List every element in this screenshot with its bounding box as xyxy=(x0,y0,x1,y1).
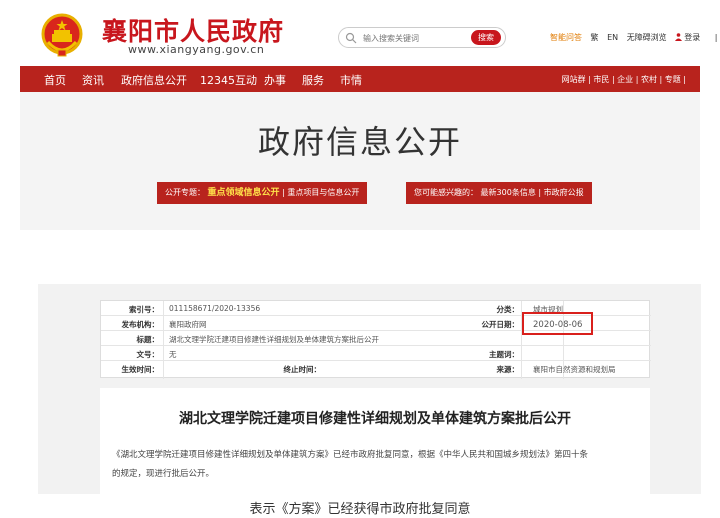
image-caption: 表示《方案》已经获得市政府批复同意 xyxy=(249,502,471,517)
accessibility-link[interactable]: 无障碍浏览 xyxy=(627,33,667,42)
link-divider: | xyxy=(714,33,718,42)
date-highlight-box xyxy=(522,312,593,335)
publisher-label: 发布机构： xyxy=(121,320,160,329)
meta-row-docno: 文号： 无 主题词： xyxy=(101,346,651,361)
topic-pill[interactable]: 公开专题： 重点领域信息公开 | 重点项目与信息公开 xyxy=(157,182,368,204)
docno-value: 无 xyxy=(169,350,177,359)
nav-item-gov-info[interactable]: 政府信息公开 xyxy=(121,72,187,88)
login-link[interactable]: 登录 xyxy=(675,33,706,42)
subject-label: 主题词： xyxy=(489,350,519,359)
topic-highlight[interactable]: 重点领域信息公开 xyxy=(208,188,280,198)
publisher-value: 襄阳政府网 xyxy=(169,320,207,329)
search-icon xyxy=(345,32,357,44)
search-input[interactable] xyxy=(363,31,463,45)
national-emblem-icon xyxy=(41,13,83,57)
nav-item-services[interactable]: 服务 xyxy=(302,72,324,88)
user-icon xyxy=(675,33,683,41)
banner: 政府信息公开 公开专题： 重点领域信息公开 | 重点项目与信息公开 您可能感兴趣… xyxy=(20,92,700,230)
login-label: 登录 xyxy=(684,33,701,42)
category-label: 分类： xyxy=(496,305,520,314)
docno-label: 文号： xyxy=(136,350,160,359)
document-content: 湖北文理学院迁建项目修建性详细规划及单体建筑方案批后公开 《湖北文理学院迁建项目… xyxy=(100,388,650,494)
index-value: 011158671/2020-13356 xyxy=(169,304,261,313)
interest-pill[interactable]: 您可能感兴趣的： 最新300条信息 | 市政府公报 xyxy=(406,182,592,204)
nav-right-links[interactable]: 网站群 | 市民 | 企业 | 农村 | 专题 | xyxy=(562,74,686,85)
document-body: 《湖北文理学院迁建项目修建性详细规划及单体建筑方案》已经市政府批复同意，根据《中… xyxy=(112,446,640,484)
page: 襄阳市人民政府 www.xiangyang.gov.cn 搜索 智能问答 繁 E… xyxy=(0,0,720,518)
nav-item-services-affairs[interactable]: 办事 xyxy=(264,72,286,88)
topic-prefix: 公开专题： xyxy=(165,188,205,197)
main-nav: 首页 资讯 政府信息公开 12345互动 办事 服务 市情 网站群 | 市民 |… xyxy=(20,66,700,92)
source-value: 襄阳市自然资源和规划局 xyxy=(533,365,616,374)
index-label: 索引号： xyxy=(129,305,159,314)
body-line: 的规定，现进行批后公开。 xyxy=(112,469,215,479)
site-header: 襄阳市人民政府 www.xiangyang.gov.cn 搜索 智能问答 繁 E… xyxy=(20,0,717,66)
meta-row-dates: 生效时间： 终止时间： 来源： 襄阳市自然资源和规划局 xyxy=(101,361,651,376)
smart-qa-link[interactable]: 智能问答 xyxy=(550,33,582,42)
interest-links[interactable]: 最新300条信息 | 市政府公报 xyxy=(481,188,584,197)
date-label: 公开日期： xyxy=(481,320,520,329)
top-links: 智能问答 繁 EN 无障碍浏览 登录 | 注 xyxy=(550,32,720,43)
title-label: 标题： xyxy=(136,335,160,344)
nav-item-home[interactable]: 首页 xyxy=(44,72,66,88)
search-box: 搜索 xyxy=(338,27,506,48)
search-button[interactable]: 搜索 xyxy=(471,30,501,45)
traditional-chinese-link[interactable]: 繁 xyxy=(591,33,599,42)
title-value: 湖北文理学院迁建项目修建性详细规划及单体建筑方案批后公开 xyxy=(169,335,379,344)
document-title: 湖北文理学院迁建项目修建性详细规划及单体建筑方案批后公开 xyxy=(179,411,571,427)
interest-prefix: 您可能感兴趣的： xyxy=(414,188,478,197)
nav-item-news[interactable]: 资讯 xyxy=(82,72,104,88)
effective-label: 生效时间： xyxy=(121,365,160,374)
source-label: 来源： xyxy=(496,365,520,374)
body-line: 《湖北文理学院迁建项目修建性详细规划及单体建筑方案》已经市政府批复同意，根据《中… xyxy=(112,450,589,460)
site-url: www.xiangyang.gov.cn xyxy=(128,43,265,56)
banner-title: 政府信息公开 xyxy=(257,123,462,161)
topic-suffix[interactable]: | 重点项目与信息公开 xyxy=(282,188,359,197)
english-link[interactable]: EN xyxy=(607,33,618,42)
expire-label: 终止时间： xyxy=(283,365,322,374)
nav-item-12345[interactable]: 12345互动 xyxy=(200,72,257,88)
nav-item-city-info[interactable]: 市情 xyxy=(340,72,362,88)
